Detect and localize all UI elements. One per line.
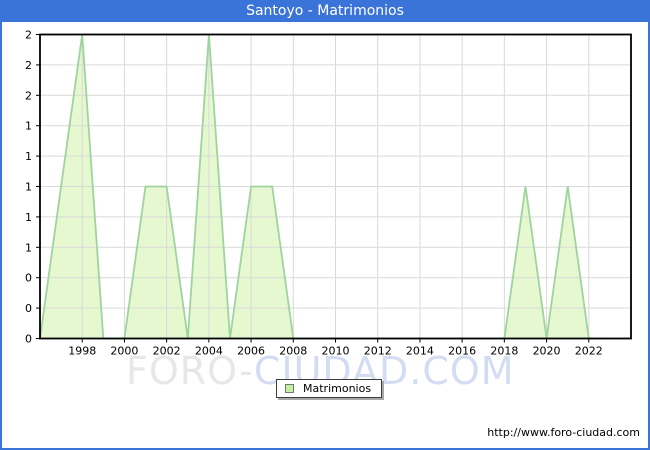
footer-url[interactable]: http://www.foro-ciudad.com	[487, 426, 640, 439]
x-axis-label: 2010	[322, 345, 350, 358]
y-axis-label: 1	[25, 150, 32, 163]
y-axis-label: 0	[25, 272, 32, 285]
x-axis-label: 1998	[68, 345, 96, 358]
x-axis-label: 2020	[533, 345, 561, 358]
x-axis-label: 2016	[448, 345, 476, 358]
x-axis-label: 2022	[575, 345, 603, 358]
y-axis-label: 1	[25, 120, 32, 133]
y-axis-label: 2	[25, 89, 32, 102]
x-axis-label: 2014	[406, 345, 434, 358]
y-axis-label: 2	[25, 29, 32, 42]
y-axis-label: 2	[25, 59, 32, 72]
y-axis-label: 0	[25, 302, 32, 315]
y-axis-label: 0	[25, 333, 32, 346]
y-axis-label: 1	[25, 211, 32, 224]
x-axis-label: 2006	[237, 345, 265, 358]
x-axis-label: 2000	[110, 345, 138, 358]
legend-label: Matrimonios	[303, 382, 372, 395]
y-axis-label: 1	[25, 181, 32, 194]
x-axis-label: 2012	[364, 345, 392, 358]
page-title: Santoyo - Matrimonios	[246, 3, 404, 19]
x-axis-label: 2002	[153, 345, 181, 358]
legend: Matrimonios	[276, 379, 383, 398]
x-axis-label: 2018	[490, 345, 518, 358]
title-bar: Santoyo - Matrimonios	[0, 0, 650, 22]
chart-window: Santoyo - Matrimonios FORO-CIUDAD.COM 19…	[0, 0, 650, 450]
y-axis-label: 1	[25, 241, 32, 254]
chart-region: FORO-CIUDAD.COM 1998 2000 2002 2004 2006 2008…	[2, 22, 648, 448]
x-axis-label: 2004	[195, 345, 223, 358]
legend-swatch-icon	[285, 384, 294, 393]
x-axis-label: 2008	[279, 345, 307, 358]
